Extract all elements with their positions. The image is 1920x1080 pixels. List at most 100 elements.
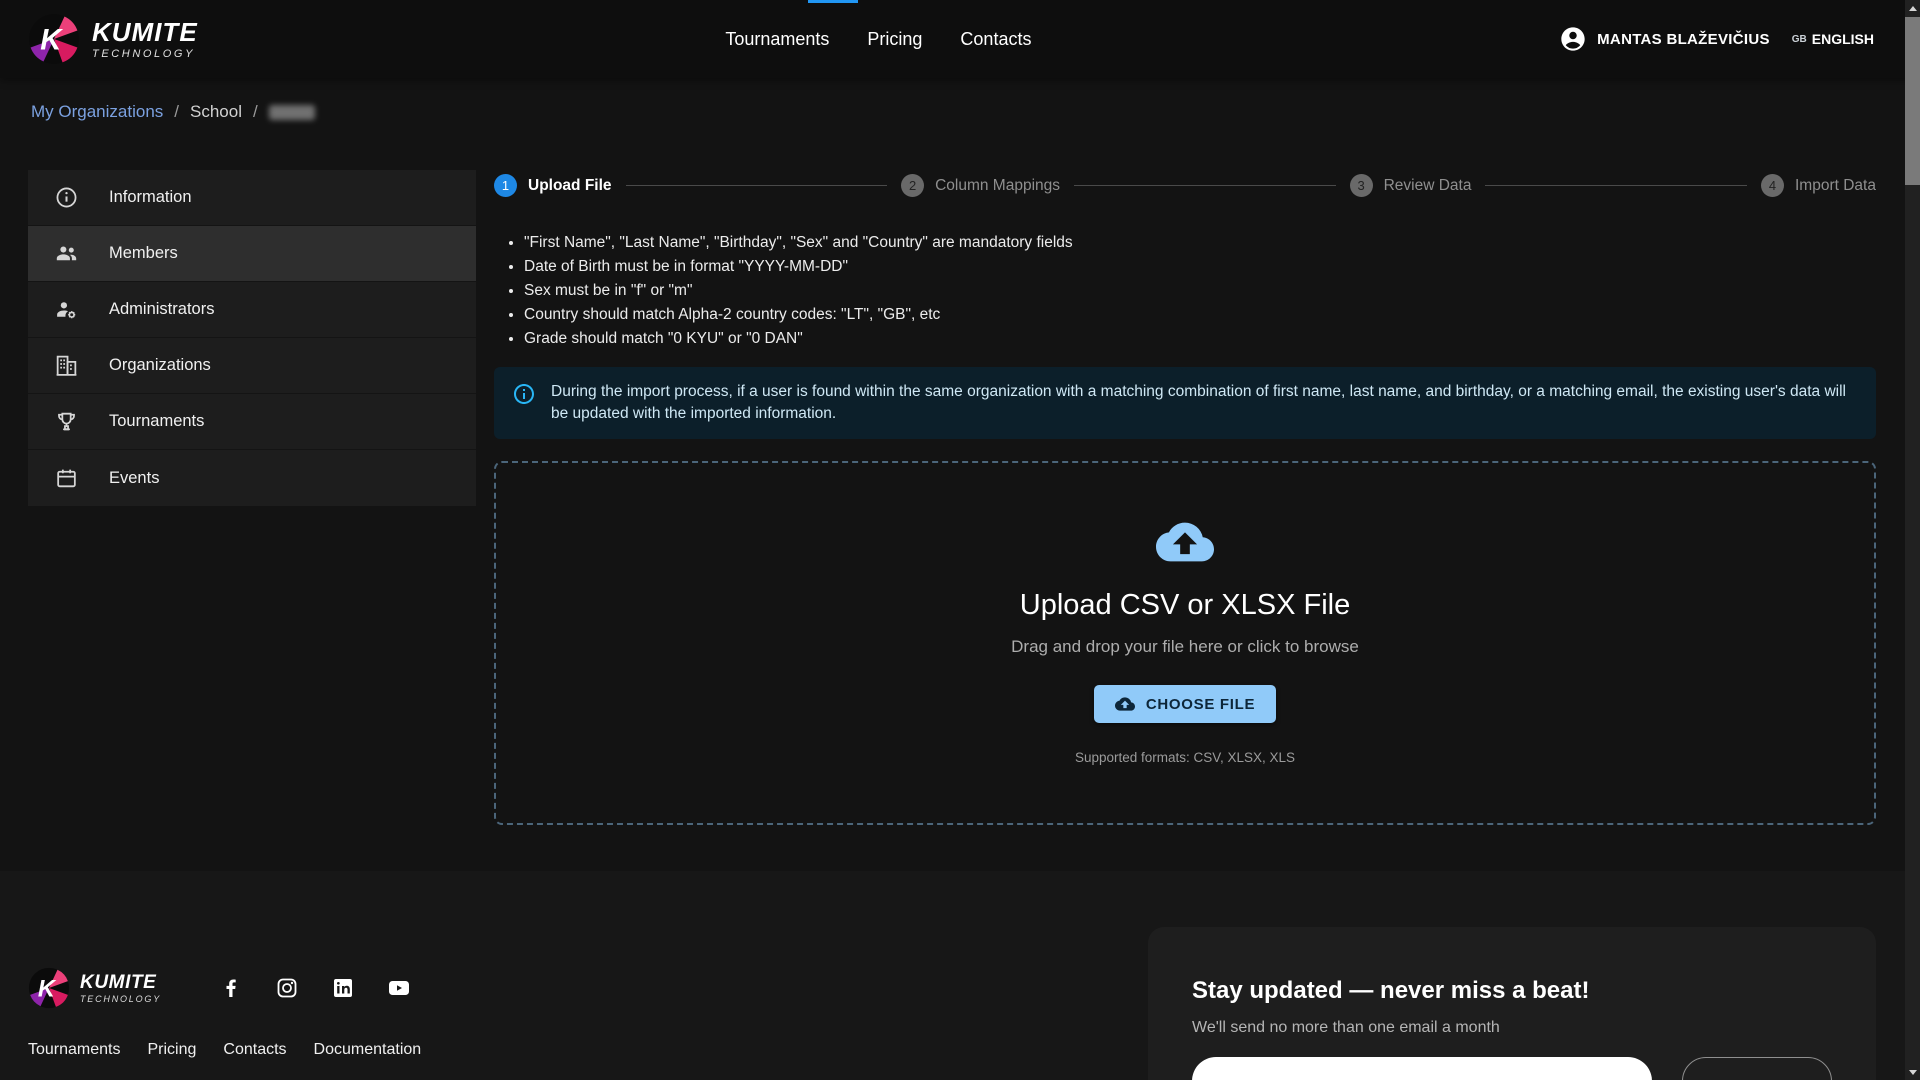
nav-tournaments[interactable]: Tournaments (725, 29, 829, 50)
file-dropzone[interactable]: Upload CSV or XLSX File Drag and drop yo… (494, 461, 1876, 825)
nav-contacts[interactable]: Contacts (960, 29, 1031, 50)
scrollbar-down-arrow[interactable] (1905, 1064, 1920, 1080)
dropzone-title: Upload CSV or XLSX File (1020, 589, 1350, 622)
choose-file-button[interactable]: CHOOSE FILE (1094, 685, 1276, 723)
scrollbar-thumb[interactable] (1905, 17, 1920, 185)
brand-text: KUMITE TECHNOLOGY (92, 19, 198, 60)
sidebar-item-label: Tournaments (109, 412, 204, 431)
page-scrollbar[interactable] (1905, 0, 1920, 1080)
step-label: Column Mappings (935, 177, 1060, 195)
rule-item: Grade should match "0 KYU" or "0 DAN" (524, 327, 1876, 351)
import-rules-list: "First Name", "Last Name", "Birthday", "… (494, 231, 1876, 351)
footer-link-documentation[interactable]: Documentation (314, 1041, 422, 1059)
import-stepper: 1 Upload File 2 Column Mappings 3 Review… (494, 174, 1876, 197)
linkedin-icon[interactable] (331, 976, 355, 1000)
social-links (219, 976, 411, 1000)
step-import-data: 4 Import Data (1761, 174, 1876, 197)
rule-item: Country should match Alpha-2 country cod… (524, 303, 1876, 327)
facebook-icon[interactable] (219, 976, 243, 1000)
breadcrumb-separator: / (174, 102, 179, 122)
footer-brand-name: KUMITE (80, 973, 161, 992)
sidebar-item-events[interactable]: Events (28, 450, 476, 506)
main-panel: 1 Upload File 2 Column Mappings 3 Review… (494, 170, 1876, 825)
calendar-icon (54, 466, 79, 491)
kumite-logo-icon: K (28, 967, 70, 1009)
svg-text:K: K (38, 976, 57, 1002)
sidebar-item-label: Administrators (109, 300, 214, 319)
rule-item: "First Name", "Last Name", "Birthday", "… (524, 231, 1876, 255)
footer-brand-tagline: TECHNOLOGY (80, 995, 161, 1004)
cloud-upload-icon (1149, 513, 1221, 571)
rule-item: Date of Birth must be in format "YYYY-MM… (524, 255, 1876, 279)
language-flag: GB (1792, 34, 1807, 45)
breadcrumb-separator: / (253, 102, 258, 122)
step-label: Review Data (1384, 177, 1472, 195)
brand-logo[interactable]: K KUMITE TECHNOLOGY (28, 13, 198, 65)
step-label: Upload File (528, 177, 612, 195)
choose-file-label: CHOOSE FILE (1146, 696, 1255, 713)
info-outline-icon (512, 382, 536, 406)
people-icon (54, 241, 79, 266)
brand-name: KUMITE (92, 19, 198, 45)
sidebar-item-label: Organizations (109, 356, 211, 375)
newsletter-subtitle: We'll send no more than one email a mont… (1192, 1019, 1832, 1037)
account-circle-icon (1559, 25, 1587, 53)
newsletter-subscribe-button[interactable] (1682, 1057, 1832, 1080)
step-upload-file: 1 Upload File (494, 174, 612, 197)
alert-text: During the import process, if a user is … (551, 381, 1858, 425)
import-info-alert: During the import process, if a user is … (494, 367, 1876, 439)
language-selector[interactable]: GB ENGLISH (1792, 31, 1874, 47)
sidebar-item-information[interactable]: Information (28, 170, 476, 226)
supported-formats: Supported formats: CSV, XLSX, XLS (1075, 750, 1295, 765)
newsletter-title: Stay updated — never miss a beat! (1192, 977, 1832, 1005)
step-review-data: 3 Review Data (1350, 174, 1472, 197)
cloud-upload-icon (1115, 694, 1135, 714)
kumite-logo-icon: K (28, 13, 80, 65)
footer-brand-logo[interactable]: K KUMITE TECHNOLOGY (28, 967, 161, 1009)
step-number: 4 (1761, 174, 1784, 197)
app-footer: K KUMITE TECHNOLOGY (0, 871, 1920, 1080)
step-connector (1485, 185, 1747, 186)
youtube-icon[interactable] (387, 976, 411, 1000)
step-number: 2 (901, 174, 924, 197)
sidebar: Information Members Administrators (28, 170, 476, 506)
footer-left: K KUMITE TECHNOLOGY (28, 967, 421, 1080)
brand-tagline: TECHNOLOGY (92, 49, 198, 60)
info-icon (54, 185, 79, 210)
user-name: MANTAS BLAŽEVIČIUS (1597, 31, 1770, 48)
sidebar-item-organizations[interactable]: Organizations (28, 338, 476, 394)
loading-indicator (808, 0, 858, 3)
content-area: Information Members Administrators (0, 170, 1920, 825)
sidebar-item-label: Members (109, 244, 178, 263)
sidebar-item-tournaments[interactable]: Tournaments (28, 394, 476, 450)
breadcrumb-school[interactable]: School (190, 102, 242, 122)
main-nav: Tournaments Pricing Contacts (198, 29, 1559, 50)
dropzone-subtitle: Drag and drop your file here or click to… (1011, 637, 1359, 657)
step-connector (626, 185, 888, 186)
newsletter-card: Stay updated — never miss a beat! We'll … (1148, 927, 1876, 1080)
footer-link-pricing[interactable]: Pricing (148, 1041, 197, 1059)
step-connector (1074, 185, 1336, 186)
app-header: K KUMITE TECHNOLOGY Tournaments Pricing … (0, 0, 1920, 78)
rule-item: Sex must be in "f" or "m" (524, 279, 1876, 303)
building-icon (54, 353, 79, 378)
sidebar-item-label: Information (109, 188, 192, 207)
nav-pricing[interactable]: Pricing (867, 29, 922, 50)
step-number: 1 (494, 174, 517, 197)
scrollbar-up-arrow[interactable] (1905, 0, 1920, 16)
breadcrumb-my-organizations[interactable]: My Organizations (31, 102, 163, 122)
step-number: 3 (1350, 174, 1373, 197)
language-label: ENGLISH (1812, 31, 1874, 47)
sidebar-item-administrators[interactable]: Administrators (28, 282, 476, 338)
instagram-icon[interactable] (275, 976, 299, 1000)
step-column-mappings: 2 Column Mappings (901, 174, 1060, 197)
newsletter-email-input[interactable] (1192, 1057, 1652, 1080)
footer-link-contacts[interactable]: Contacts (223, 1041, 286, 1059)
footer-links: Tournaments Pricing Contacts Documentati… (28, 1041, 421, 1059)
manage-accounts-icon (54, 297, 79, 322)
footer-link-tournaments[interactable]: Tournaments (28, 1041, 121, 1059)
trophy-icon (54, 409, 79, 434)
sidebar-item-members[interactable]: Members (28, 226, 476, 282)
user-menu[interactable]: MANTAS BLAŽEVIČIUS GB ENGLISH (1559, 25, 1874, 53)
step-label: Import Data (1795, 177, 1876, 195)
